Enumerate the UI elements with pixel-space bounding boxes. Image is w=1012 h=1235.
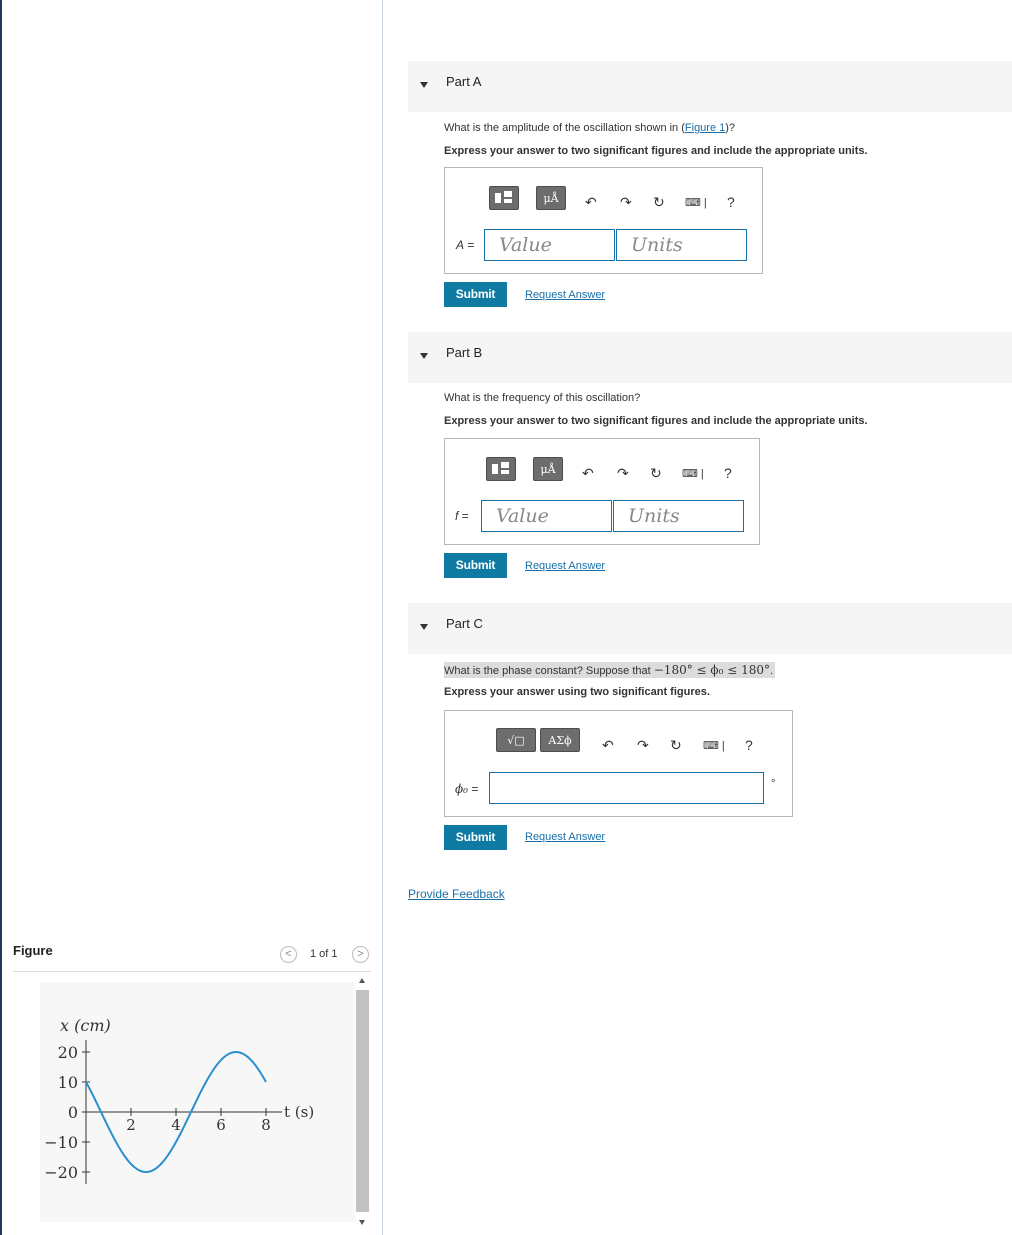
- x-tick-label: 8: [261, 1116, 271, 1134]
- equals-sign: =: [458, 509, 469, 523]
- y-ticks: 20 10 0 −10 −20: [44, 1043, 90, 1182]
- part-a-request-answer-link[interactable]: Request Answer: [525, 289, 605, 301]
- keyboard-icon[interactable]: ⌨ |: [685, 196, 707, 210]
- panel-divider: [382, 0, 383, 1235]
- y-tick-label: 20: [58, 1043, 78, 1062]
- templates-button[interactable]: [489, 186, 519, 210]
- part-b-header[interactable]: Part B: [408, 332, 1012, 383]
- units-button[interactable]: μÅ: [536, 186, 566, 210]
- part-a-submit-button[interactable]: Submit: [444, 282, 507, 307]
- y-tick-label: 10: [58, 1073, 78, 1092]
- units-button[interactable]: μÅ: [533, 457, 563, 481]
- templates-button[interactable]: √□: [496, 728, 536, 752]
- x-tick-label: 6: [216, 1116, 226, 1134]
- value-input[interactable]: Value: [481, 500, 612, 532]
- part-a-title: Part A: [446, 74, 482, 89]
- collapse-triangle-icon[interactable]: [420, 353, 428, 359]
- equals-sign: =: [468, 782, 479, 796]
- question-text-end: )?: [725, 122, 736, 134]
- y-tick-label: −10: [44, 1133, 78, 1152]
- part-c-question: What is the phase constant? Suppose that…: [444, 662, 776, 678]
- value-input[interactable]: Value: [484, 229, 615, 261]
- templates-icon: [492, 462, 509, 474]
- part-c-answer-box: √□ ΑΣϕ ↶ ↷ ↻ ⌨ | ? ϕ₀ = °: [444, 710, 793, 817]
- oscillation-chart: x (cm) t (s) 2 4 6 8 20 10 0 −10 −20: [44, 1016, 314, 1184]
- redo-icon[interactable]: ↷: [617, 466, 629, 480]
- collapse-triangle-icon[interactable]: [420, 624, 428, 630]
- part-a-question: What is the amplitude of the oscillation…: [444, 122, 735, 134]
- redo-icon[interactable]: ↷: [637, 738, 649, 752]
- y-tick-label: −20: [44, 1163, 78, 1182]
- help-icon[interactable]: ?: [724, 466, 732, 480]
- reset-icon[interactable]: ↻: [653, 195, 665, 209]
- keyboard-icon[interactable]: ⌨ |: [682, 467, 704, 481]
- question-text: What is the phase constant? Suppose that: [444, 665, 654, 677]
- part-c-title: Part C: [446, 616, 483, 631]
- templates-icon: [495, 191, 512, 203]
- collapse-triangle-icon[interactable]: [420, 82, 428, 88]
- x-tick-label: 4: [171, 1116, 181, 1134]
- help-icon[interactable]: ?: [727, 195, 735, 209]
- question-text: What is the amplitude of the oscillation…: [444, 122, 685, 134]
- x-tick-label: 2: [126, 1116, 136, 1134]
- answer-label: f =: [455, 509, 469, 523]
- scroll-thumb[interactable]: [356, 990, 369, 1212]
- part-b-answer-box: μÅ ↶ ↷ ↻ ⌨ | ? f = Value Units: [444, 438, 760, 545]
- keyboard-icon[interactable]: ⌨ |: [703, 739, 725, 753]
- part-c-submit-button[interactable]: Submit: [444, 825, 507, 850]
- part-a-header[interactable]: Part A: [408, 61, 1012, 112]
- undo-icon[interactable]: ↶: [602, 738, 614, 752]
- undo-icon[interactable]: ↶: [585, 195, 597, 209]
- part-b-title: Part B: [446, 345, 483, 360]
- phase-range-math: −180° ≤ ϕ₀ ≤ 180°: [653, 663, 770, 677]
- part-c-request-answer-link[interactable]: Request Answer: [525, 831, 605, 843]
- provide-feedback-link[interactable]: Provide Feedback: [408, 887, 505, 901]
- y-axis-label: x (cm): [60, 1016, 111, 1035]
- reset-icon[interactable]: ↻: [650, 466, 662, 480]
- degree-unit: °: [771, 778, 776, 790]
- equals-sign: =: [464, 238, 475, 252]
- part-a-answer-box: μÅ ↶ ↷ ↻ ⌨ | ? A = Value Units: [444, 167, 763, 274]
- part-a-instruction: Express your answer to two significant f…: [444, 145, 868, 157]
- part-b-request-answer-link[interactable]: Request Answer: [525, 560, 605, 572]
- undo-icon[interactable]: ↶: [582, 466, 594, 480]
- templates-button[interactable]: [486, 457, 516, 481]
- x-axis-label: t (s): [284, 1103, 314, 1121]
- answer-label: A =: [456, 238, 474, 252]
- units-input[interactable]: Units: [616, 229, 747, 261]
- scroll-down-arrow-icon[interactable]: [359, 1220, 365, 1225]
- question-text-end: .: [769, 665, 774, 677]
- symbols-button[interactable]: ΑΣϕ: [540, 728, 580, 752]
- value-input[interactable]: [489, 772, 764, 804]
- part-b-instruction: Express your answer to two significant f…: [444, 415, 868, 427]
- part-c-header[interactable]: Part C: [408, 603, 1012, 654]
- answer-label: ϕ₀ =: [455, 782, 478, 796]
- figure-link[interactable]: Figure 1: [685, 122, 725, 134]
- var-symbol: ϕ₀: [455, 782, 468, 796]
- units-input[interactable]: Units: [613, 500, 744, 532]
- reset-icon[interactable]: ↻: [670, 738, 682, 752]
- part-b-submit-button[interactable]: Submit: [444, 553, 507, 578]
- help-icon[interactable]: ?: [745, 738, 753, 752]
- var-symbol: A: [456, 238, 465, 252]
- part-c-instruction: Express your answer using two significan…: [444, 686, 710, 698]
- part-b-question: What is the frequency of this oscillatio…: [444, 392, 641, 404]
- redo-icon[interactable]: ↷: [620, 195, 632, 209]
- scroll-up-arrow-icon[interactable]: [359, 978, 365, 983]
- y-tick-label: 0: [68, 1103, 78, 1122]
